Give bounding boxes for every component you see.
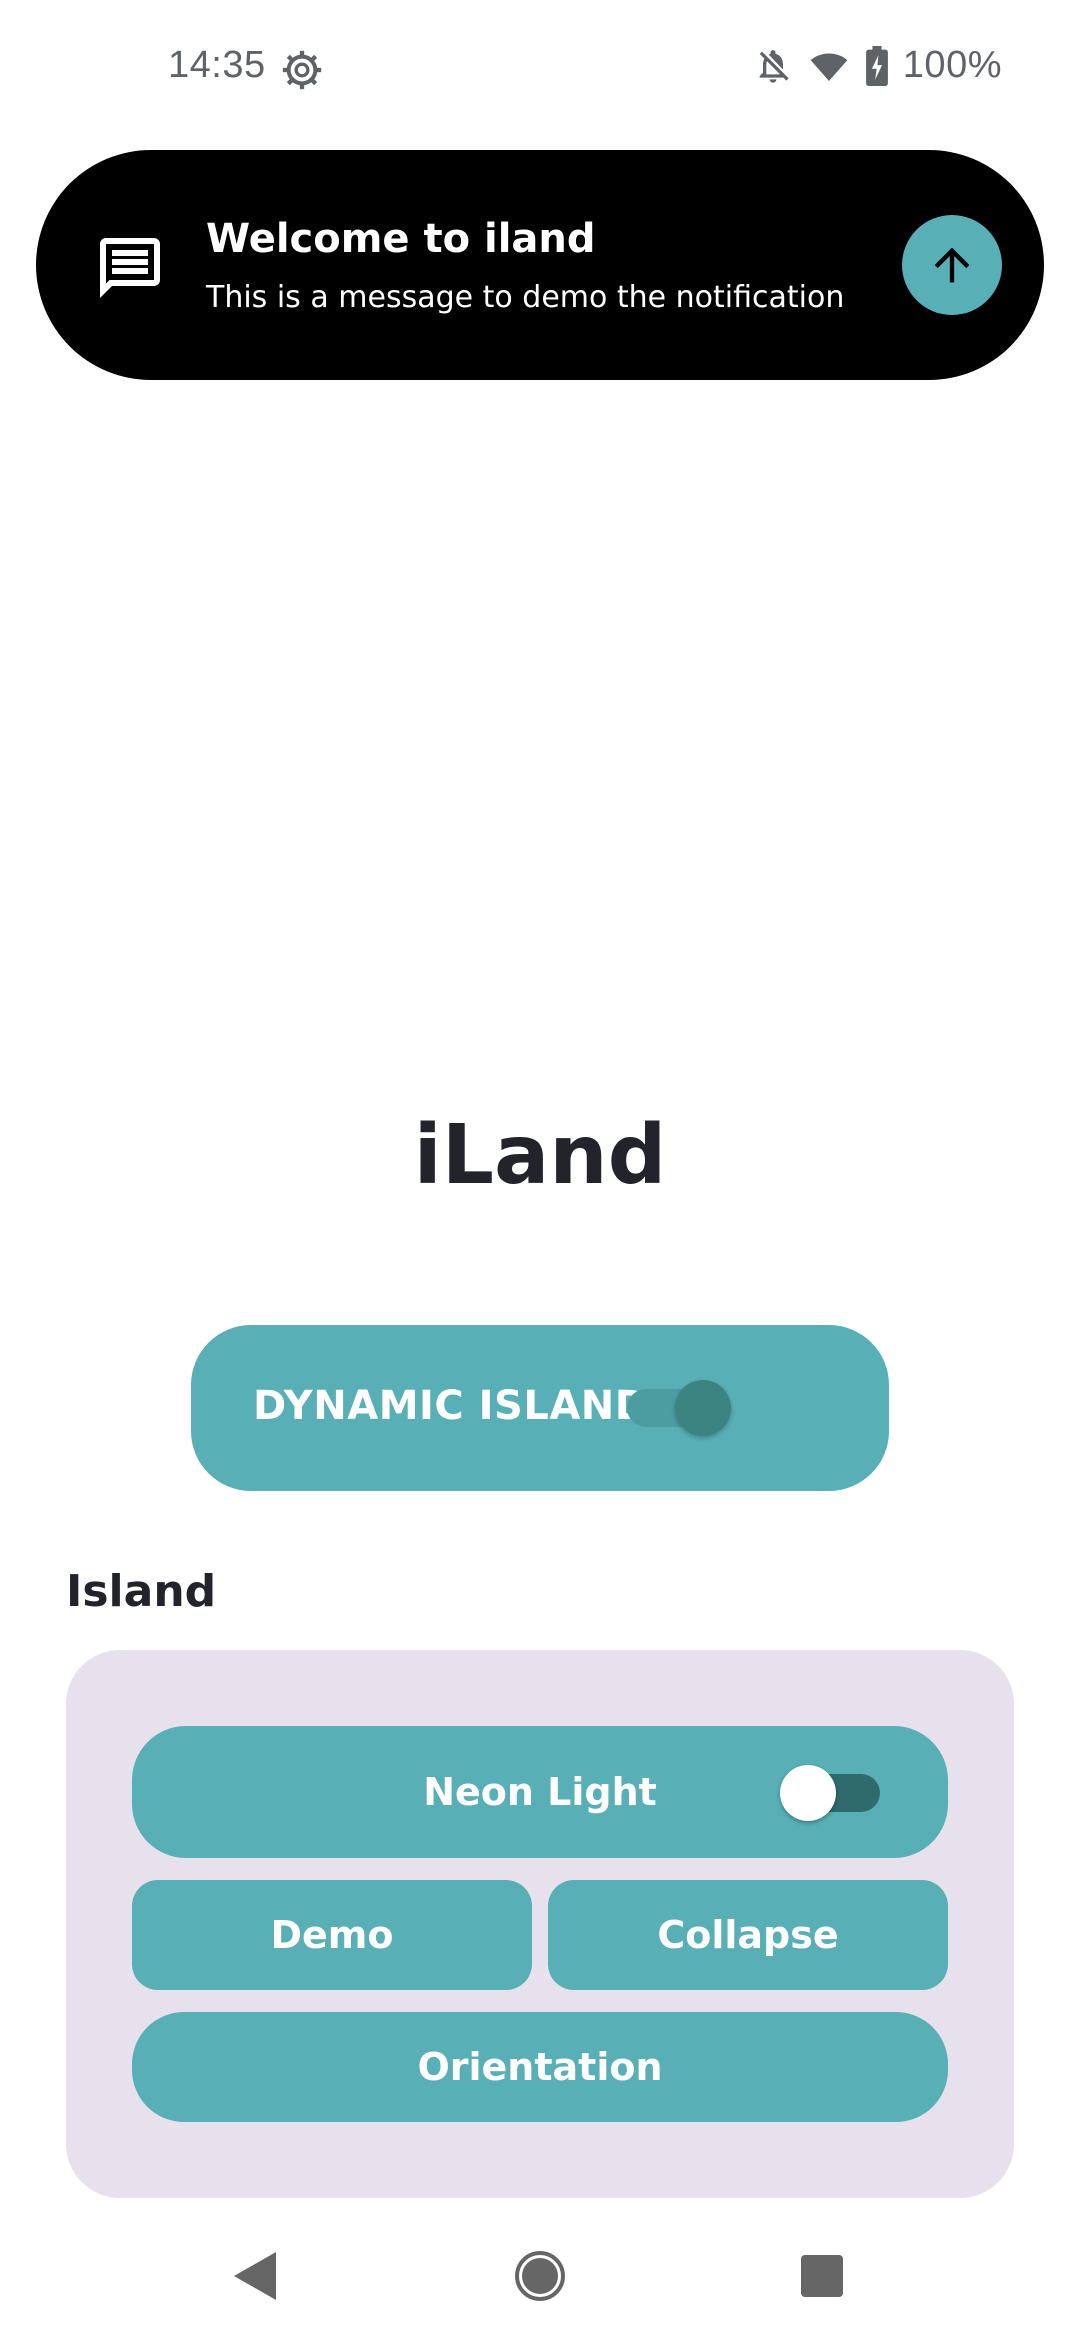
dynamic-island-toggle-button[interactable]: DYNAMIC ISLAND — [191, 1325, 889, 1491]
orientation-label: Orientation — [417, 2045, 663, 2089]
gear-icon — [282, 50, 322, 90]
notification-action-button[interactable] — [902, 215, 1002, 315]
notification-message: This is a message to demo the notificati… — [206, 280, 845, 315]
island-section-heading: Island — [66, 1566, 217, 1617]
back-icon[interactable] — [232, 2250, 280, 2302]
orientation-button[interactable]: Orientation — [132, 2012, 948, 2122]
neon-light-button[interactable]: Neon Light — [132, 1726, 948, 1858]
collapse-button[interactable]: Collapse — [548, 1880, 948, 1990]
island-settings-card: Neon Light Demo Collapse Orientation — [66, 1650, 1014, 2198]
dynamic-island-label: DYNAMIC ISLAND — [253, 1383, 649, 1429]
wifi-icon — [810, 53, 848, 81]
message-icon — [100, 238, 160, 298]
switch-thumb — [675, 1380, 731, 1436]
status-bar: 14:35 100% — [0, 0, 1080, 140]
demo-label: Demo — [270, 1913, 394, 1957]
dynamic-island-notification[interactable]: Welcome to iland This is a message to de… — [36, 150, 1044, 380]
navigation-bar — [0, 2220, 1080, 2340]
arrow-up-icon — [934, 247, 970, 283]
battery-charging-icon — [865, 45, 888, 86]
switch-thumb — [780, 1765, 836, 1821]
bell-off-icon — [759, 49, 789, 83]
demo-button[interactable]: Demo — [132, 1880, 532, 1990]
app-title: iLand — [413, 1108, 667, 1203]
battery-percentage: 100% — [902, 44, 1002, 86]
status-time: 14:35 — [168, 44, 266, 86]
notification-title: Welcome to iland — [206, 216, 596, 262]
neon-light-label: Neon Light — [423, 1770, 657, 1814]
recents-icon[interactable] — [801, 2255, 843, 2297]
home-icon[interactable] — [514, 2250, 566, 2302]
collapse-label: Collapse — [657, 1913, 839, 1957]
status-icons: 100% — [753, 44, 1002, 87]
